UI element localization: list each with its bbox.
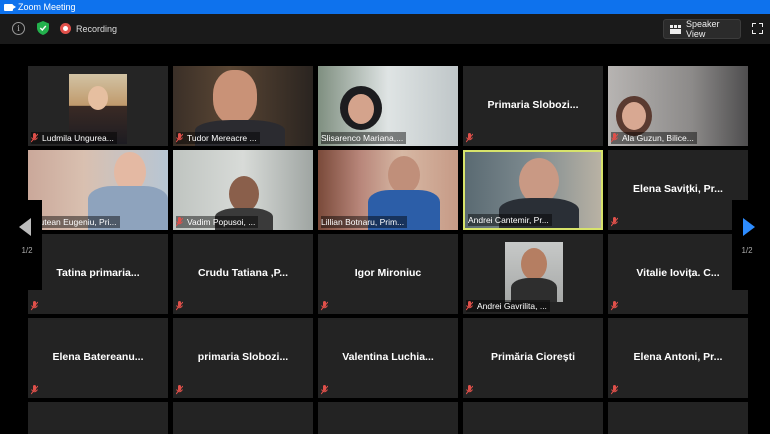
- participant-display-name: Igor Mironiuc: [354, 267, 422, 279]
- participant-tile[interactable]: Igor Mironiuc: [318, 234, 458, 314]
- participant-tile[interactable]: Elena Antoni, Pr...: [608, 318, 748, 398]
- info-icon[interactable]: i: [12, 22, 25, 35]
- participant-display-name: Vitalie Iovița. C...: [636, 267, 720, 279]
- participant-display-name: primaria Slobozi...: [197, 351, 289, 363]
- muted-mic-icon: [466, 301, 473, 311]
- participant-tile[interactable]: Tudor Mereacre ...: [173, 66, 313, 146]
- participant-tile[interactable]: Andrei Gavrilita, ...: [463, 234, 603, 314]
- fullscreen-icon[interactable]: [752, 23, 763, 34]
- participant-display-name: Primaria Slobozi...: [487, 99, 579, 111]
- participant-tile[interactable]: Slisarenco Mariana,...: [318, 66, 458, 146]
- window-title: Zoom Meeting: [18, 2, 76, 12]
- participant-display-name: Elena Antoni, Pr...: [633, 351, 723, 363]
- record-icon: [60, 23, 71, 34]
- participant-tile[interactable]: Elena Batereanu...: [28, 318, 168, 398]
- participant-tile[interactable]: primaria Slobozi...: [173, 318, 313, 398]
- participant-name: Ala Guzun, Bilice...: [622, 133, 694, 143]
- participant-name: Slisarenco Mariana,...: [321, 133, 404, 143]
- muted-mic-icon: [31, 133, 38, 143]
- participant-name: Tudor Mereacre ...: [187, 133, 257, 143]
- participant-display-name: Valentina Luchia...: [342, 351, 434, 363]
- grid-icon: [670, 24, 681, 34]
- participant-tile[interactable]: [463, 402, 603, 434]
- participant-tile[interactable]: [608, 402, 748, 434]
- gallery-view: Ludmila Ungurea... Tudor Mereacre ... Sl…: [0, 44, 770, 434]
- participant-name: Lillian Botnaru, Prim...: [321, 217, 405, 227]
- muted-mic-icon: [176, 385, 183, 395]
- participant-tile[interactable]: [173, 402, 313, 434]
- next-page-button[interactable]: 1/2: [732, 200, 762, 290]
- window-titlebar: Zoom Meeting: [0, 0, 770, 14]
- muted-mic-icon: [321, 385, 328, 395]
- participant-tile[interactable]: Crudu Tatiana ,P...: [173, 234, 313, 314]
- muted-mic-icon: [31, 301, 38, 311]
- participant-name: Prutean Eugeniu, Pri...: [31, 217, 117, 227]
- muted-mic-icon: [176, 133, 183, 143]
- participant-display-name: Crudu Tatiana ,P...: [197, 267, 289, 279]
- participant-tile[interactable]: Tatina primaria...: [28, 234, 168, 314]
- participant-tile[interactable]: [318, 402, 458, 434]
- participant-tile[interactable]: Lillian Botnaru, Prim...: [318, 150, 458, 230]
- participant-name: Andrei Gavrilita, ...: [477, 301, 547, 311]
- muted-mic-icon: [176, 217, 183, 227]
- participant-tile-active-speaker[interactable]: Andrei Cantemir, Pr...: [463, 150, 603, 230]
- participant-display-name: Elena Batereanu...: [52, 351, 144, 363]
- participant-tile[interactable]: [28, 402, 168, 434]
- participant-tile[interactable]: Ludmila Ungurea...: [28, 66, 168, 146]
- participant-tile[interactable]: Primăria Ciorești: [463, 318, 603, 398]
- speaker-view-button[interactable]: Speaker View: [663, 19, 741, 39]
- arrow-right-icon: [743, 218, 755, 236]
- muted-mic-icon: [466, 133, 473, 143]
- page-indicator-left: 1/2: [21, 246, 33, 255]
- shield-icon[interactable]: [37, 21, 49, 35]
- muted-mic-icon: [321, 301, 328, 311]
- muted-mic-icon: [31, 385, 38, 395]
- muted-mic-icon: [611, 133, 618, 143]
- participant-tile[interactable]: Primaria Slobozi...: [463, 66, 603, 146]
- participant-display-name: Tatina primaria...: [56, 267, 140, 279]
- participant-tile[interactable]: Ala Guzun, Bilice...: [608, 66, 748, 146]
- recording-label: Recording: [76, 23, 118, 34]
- participant-tile[interactable]: Vadim Popusoi, ...: [173, 150, 313, 230]
- participant-display-name: Primăria Ciorești: [490, 351, 576, 363]
- participant-tile[interactable]: Valentina Luchia...: [318, 318, 458, 398]
- participant-name: Andrei Cantemir, Pr...: [468, 215, 549, 225]
- participant-tile[interactable]: Vitalie Iovița. C...: [608, 234, 748, 314]
- participant-name: Vadim Popusoi, ...: [187, 217, 256, 227]
- participant-tile[interactable]: Elena Savițki, Pr...: [608, 150, 748, 230]
- muted-mic-icon: [611, 385, 618, 395]
- muted-mic-icon: [611, 301, 618, 311]
- recording-indicator[interactable]: Recording: [60, 21, 117, 36]
- participant-tile[interactable]: Prutean Eugeniu, Pri...: [28, 150, 168, 230]
- previous-page-button[interactable]: 1/2: [12, 200, 42, 290]
- participant-name: Ludmila Ungurea...: [42, 133, 114, 143]
- meeting-toolbar: i Recording Speaker View: [0, 14, 770, 44]
- muted-mic-icon: [176, 301, 183, 311]
- page-indicator-right: 1/2: [741, 246, 753, 255]
- speaker-view-label: Speaker View: [686, 19, 720, 39]
- muted-mic-icon: [466, 385, 473, 395]
- muted-mic-icon: [611, 217, 618, 227]
- zoom-logo-icon: [4, 3, 16, 11]
- participant-display-name: Elena Savițki, Pr...: [633, 183, 723, 195]
- arrow-left-icon: [19, 218, 31, 236]
